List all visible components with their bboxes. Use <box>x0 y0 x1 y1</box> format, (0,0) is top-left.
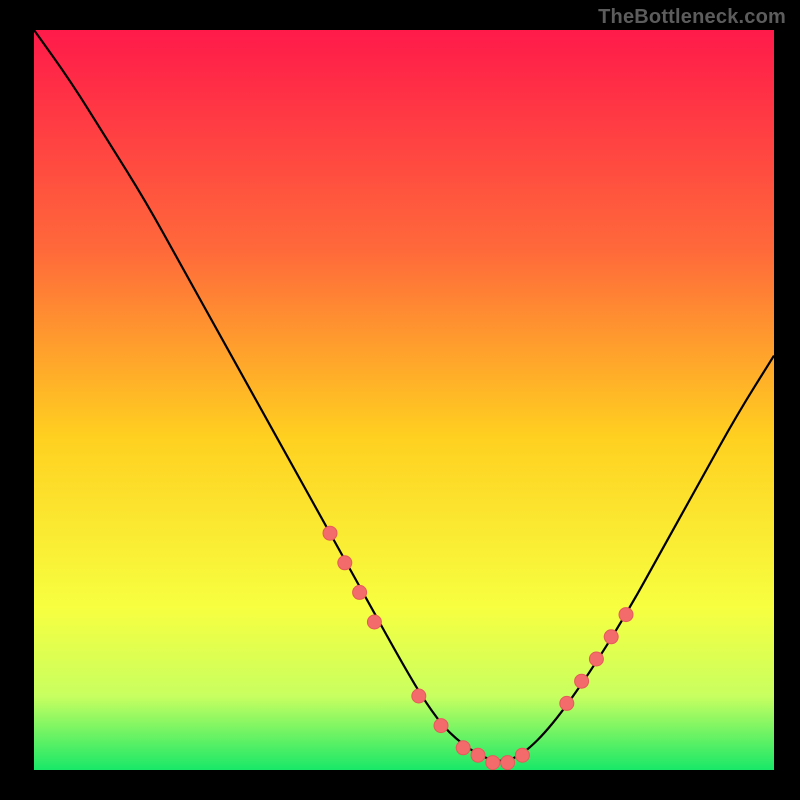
marker-point <box>515 748 529 762</box>
marker-point <box>604 630 618 644</box>
marker-point <box>501 756 515 770</box>
watermark-text: TheBottleneck.com <box>598 6 786 29</box>
marker-point <box>367 615 381 629</box>
marker-point <box>323 526 337 540</box>
chart-stage: TheBottleneck.com <box>0 0 800 800</box>
marker-point <box>412 689 426 703</box>
marker-point <box>560 696 574 710</box>
marker-point <box>338 556 352 570</box>
bottleneck-chart <box>0 0 800 800</box>
marker-point <box>619 608 633 622</box>
marker-point <box>589 652 603 666</box>
marker-point <box>456 741 470 755</box>
marker-point <box>353 585 367 599</box>
marker-point <box>471 748 485 762</box>
marker-point <box>486 756 500 770</box>
marker-point <box>434 719 448 733</box>
marker-point <box>575 674 589 688</box>
plot-background <box>34 30 774 770</box>
